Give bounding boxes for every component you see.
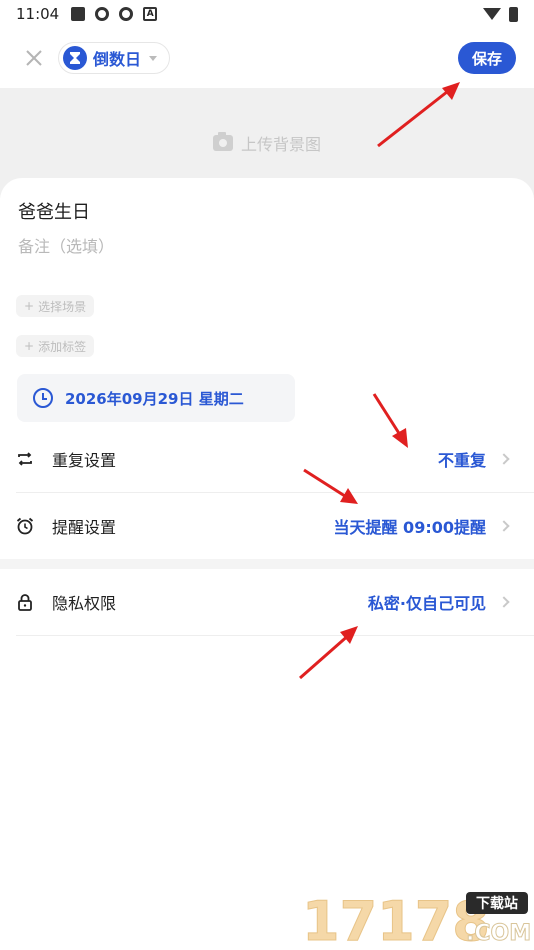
status-time: 11:04 [16, 5, 60, 23]
event-type-label: 倒数日 [93, 50, 142, 69]
annotation-arrow-repeat [372, 393, 408, 448]
reminder-setting-label: 提醒设置 [52, 518, 117, 537]
add-tag-chip[interactable]: + 添加标签 [16, 335, 95, 357]
repeat-setting-value: 不重复 [437, 451, 486, 470]
annotation-arrow-save [377, 82, 460, 148]
hourglass-icon [63, 46, 87, 70]
keyboard-icon: A [143, 7, 158, 21]
app-notification-icon-2 [119, 7, 134, 21]
repeat-icon [16, 450, 34, 468]
reminder-setting-row[interactable]: 提醒设置 当天提醒 09:00提醒 [16, 493, 534, 559]
lock-icon [16, 593, 34, 611]
privacy-setting-row[interactable]: 隐私权限 私密·仅自己可见 [16, 569, 534, 635]
watermark-main-text: 17178 [302, 890, 490, 948]
section-gap [0, 559, 534, 569]
privacy-setting-label: 隐私权限 [52, 594, 117, 613]
chevron-right-icon [498, 453, 510, 465]
chevron-right-icon [498, 596, 510, 608]
date-picker[interactable]: 2026年09月29日 星期二 [17, 374, 295, 422]
add-tag-label: 添加标签 [38, 339, 87, 354]
clock-icon [33, 388, 53, 408]
divider [16, 635, 534, 636]
privacy-setting-value: 私密·仅自己可见 [367, 594, 486, 613]
note-input[interactable] [18, 234, 318, 258]
plus-icon: + [24, 299, 35, 313]
annotation-arrow-privacy [299, 626, 358, 680]
date-value: 2026年09月29日 星期二 [65, 389, 244, 408]
watermark-sub-text: .COM [466, 921, 530, 946]
app-notification-icon [95, 7, 110, 21]
watermark-logo: 17178 下载站 .COM [302, 890, 531, 949]
repeat-setting-label: 重复设置 [52, 451, 117, 470]
event-title[interactable]: 爸爸生日 [18, 198, 90, 224]
reminder-setting-value: 当天提醒 09:00提醒 [333, 518, 486, 537]
upload-background-label: 上传背景图 [240, 135, 321, 154]
chevron-right-icon [498, 520, 510, 532]
watermark-badge-text: 下载站 [476, 895, 518, 912]
select-scene-label: 选择场景 [38, 299, 87, 314]
battery-icon [509, 6, 518, 22]
plus-icon: + [24, 339, 35, 353]
event-type-selector[interactable]: 倒数日 [58, 42, 171, 74]
caret-down-icon [149, 55, 158, 61]
repeat-setting-row[interactable]: 重复设置 不重复 [16, 426, 534, 492]
notification-icon [71, 7, 86, 21]
close-icon [26, 50, 42, 66]
alarm-clock-icon [16, 517, 34, 535]
annotation-arrow-reminder [303, 468, 358, 504]
wifi-icon [483, 8, 501, 20]
status-bar: 11:04 A [0, 0, 534, 28]
camera-icon [212, 132, 233, 151]
close-button[interactable] [20, 44, 48, 72]
select-scene-chip[interactable]: + 选择场景 [16, 295, 95, 317]
save-button[interactable]: 保存 [458, 42, 516, 74]
